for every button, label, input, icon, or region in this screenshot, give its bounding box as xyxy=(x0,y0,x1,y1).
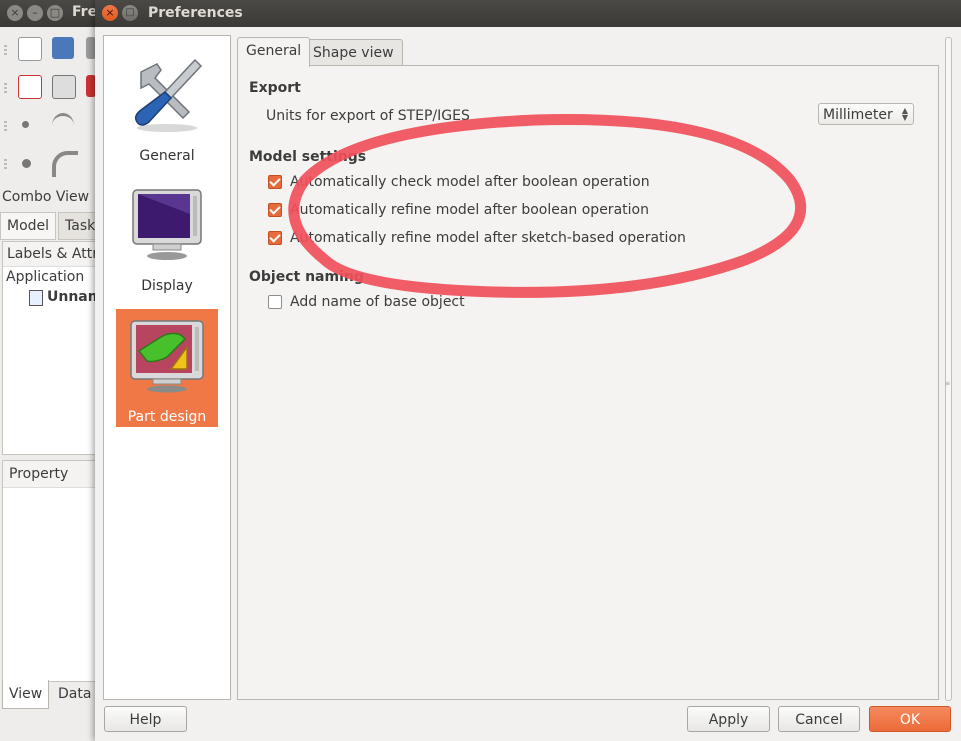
export-section-title: Export xyxy=(249,80,301,96)
fillet-icon[interactable] xyxy=(52,151,78,177)
page-label-part-design: Part design xyxy=(127,409,207,425)
scroll-grip-icon[interactable]: ≡ xyxy=(945,381,950,391)
dialog-titlebar: × □ Preferences xyxy=(95,0,961,27)
page-item-general[interactable]: General xyxy=(116,46,218,164)
property-header: Property xyxy=(3,461,97,488)
tab-data[interactable]: Data xyxy=(52,680,97,708)
toolbar-grip[interactable] xyxy=(4,159,7,169)
page-item-part-design[interactable]: Part design xyxy=(116,309,218,427)
scroll-track[interactable] xyxy=(945,37,952,701)
minimize-icon[interactable]: – xyxy=(27,5,43,21)
option-label: Add name of base object xyxy=(290,294,465,310)
option-label: Automatically refine model after boolean… xyxy=(290,202,649,218)
main-toolbar xyxy=(0,27,96,187)
tab-shape-view[interactable]: Shape view xyxy=(304,39,403,65)
monitor-icon xyxy=(132,189,202,260)
checkbox[interactable] xyxy=(268,231,282,245)
part-design-icon xyxy=(130,320,204,393)
checkbox[interactable] xyxy=(268,203,282,217)
page-label-display: Display xyxy=(141,278,193,294)
ok-button[interactable]: OK xyxy=(869,706,951,732)
maximize-icon[interactable]: □ xyxy=(47,5,63,21)
main-window-title: Fre xyxy=(72,4,98,20)
page-list: General Display Part design xyxy=(103,35,231,700)
toolbar-grip[interactable] xyxy=(4,83,7,93)
object-naming-section-title: Object naming xyxy=(249,269,364,285)
tools-icon xyxy=(134,58,203,132)
maximize-icon[interactable]: □ xyxy=(122,5,138,21)
new-document-icon[interactable] xyxy=(18,37,42,61)
dialog-title: Preferences xyxy=(148,5,243,21)
tab-view[interactable]: View xyxy=(2,680,50,709)
vertex-icon[interactable] xyxy=(22,159,31,168)
part-icon[interactable] xyxy=(18,75,42,99)
inspect-icon[interactable] xyxy=(52,75,76,99)
arc-icon[interactable] xyxy=(52,113,74,138)
property-panel: Property xyxy=(2,460,98,682)
tree-header: Labels & Attri xyxy=(3,242,97,267)
combo-tabs: Model Task xyxy=(0,212,103,240)
point-icon[interactable] xyxy=(22,121,29,128)
tree-application[interactable]: Application xyxy=(3,267,97,287)
spin-arrows-icon: ▲ ▼ xyxy=(901,106,908,122)
help-button[interactable]: Help xyxy=(104,706,187,732)
option-label: Automatically refine model after sketch-… xyxy=(290,230,686,246)
tab-general[interactable]: General xyxy=(237,37,311,67)
model-settings-section-title: Model settings xyxy=(249,149,367,165)
apply-button[interactable]: Apply xyxy=(687,706,770,732)
page-item-display[interactable]: Display xyxy=(116,176,218,294)
option-label: Automatically check model after boolean … xyxy=(290,174,650,190)
vertical-scrollbar[interactable]: ≡ xyxy=(941,37,953,701)
checkbox[interactable] xyxy=(268,175,282,189)
close-icon[interactable]: × xyxy=(7,5,23,21)
cancel-button[interactable]: Cancel xyxy=(778,706,860,732)
tree-document[interactable]: Unnam xyxy=(3,287,97,307)
preferences-dialog: × □ Preferences General Display Part des… xyxy=(95,0,961,741)
toolbar-grip[interactable] xyxy=(4,45,7,55)
close-icon[interactable]: × xyxy=(102,5,118,21)
units-label: Units for export of STEP/IGES xyxy=(266,108,470,124)
tree-document-row[interactable]: Unnam xyxy=(3,287,97,307)
general-tab-panel: Export Units for export of STEP/IGES Mil… xyxy=(237,65,939,700)
checkbox[interactable] xyxy=(268,295,282,309)
units-select[interactable]: Millimeter ▲ ▼ xyxy=(818,103,914,125)
combo-view-label: Combo View xyxy=(2,189,90,205)
units-select-value: Millimeter xyxy=(823,107,893,123)
property-tabs: View Data xyxy=(0,680,96,710)
tree-panel: Labels & Attri Application Unnam xyxy=(2,241,98,455)
open-folder-icon[interactable] xyxy=(52,37,74,59)
toolbar-grip[interactable] xyxy=(4,121,7,131)
tab-model[interactable]: Model xyxy=(0,212,57,240)
page-label-general: General xyxy=(139,148,195,164)
